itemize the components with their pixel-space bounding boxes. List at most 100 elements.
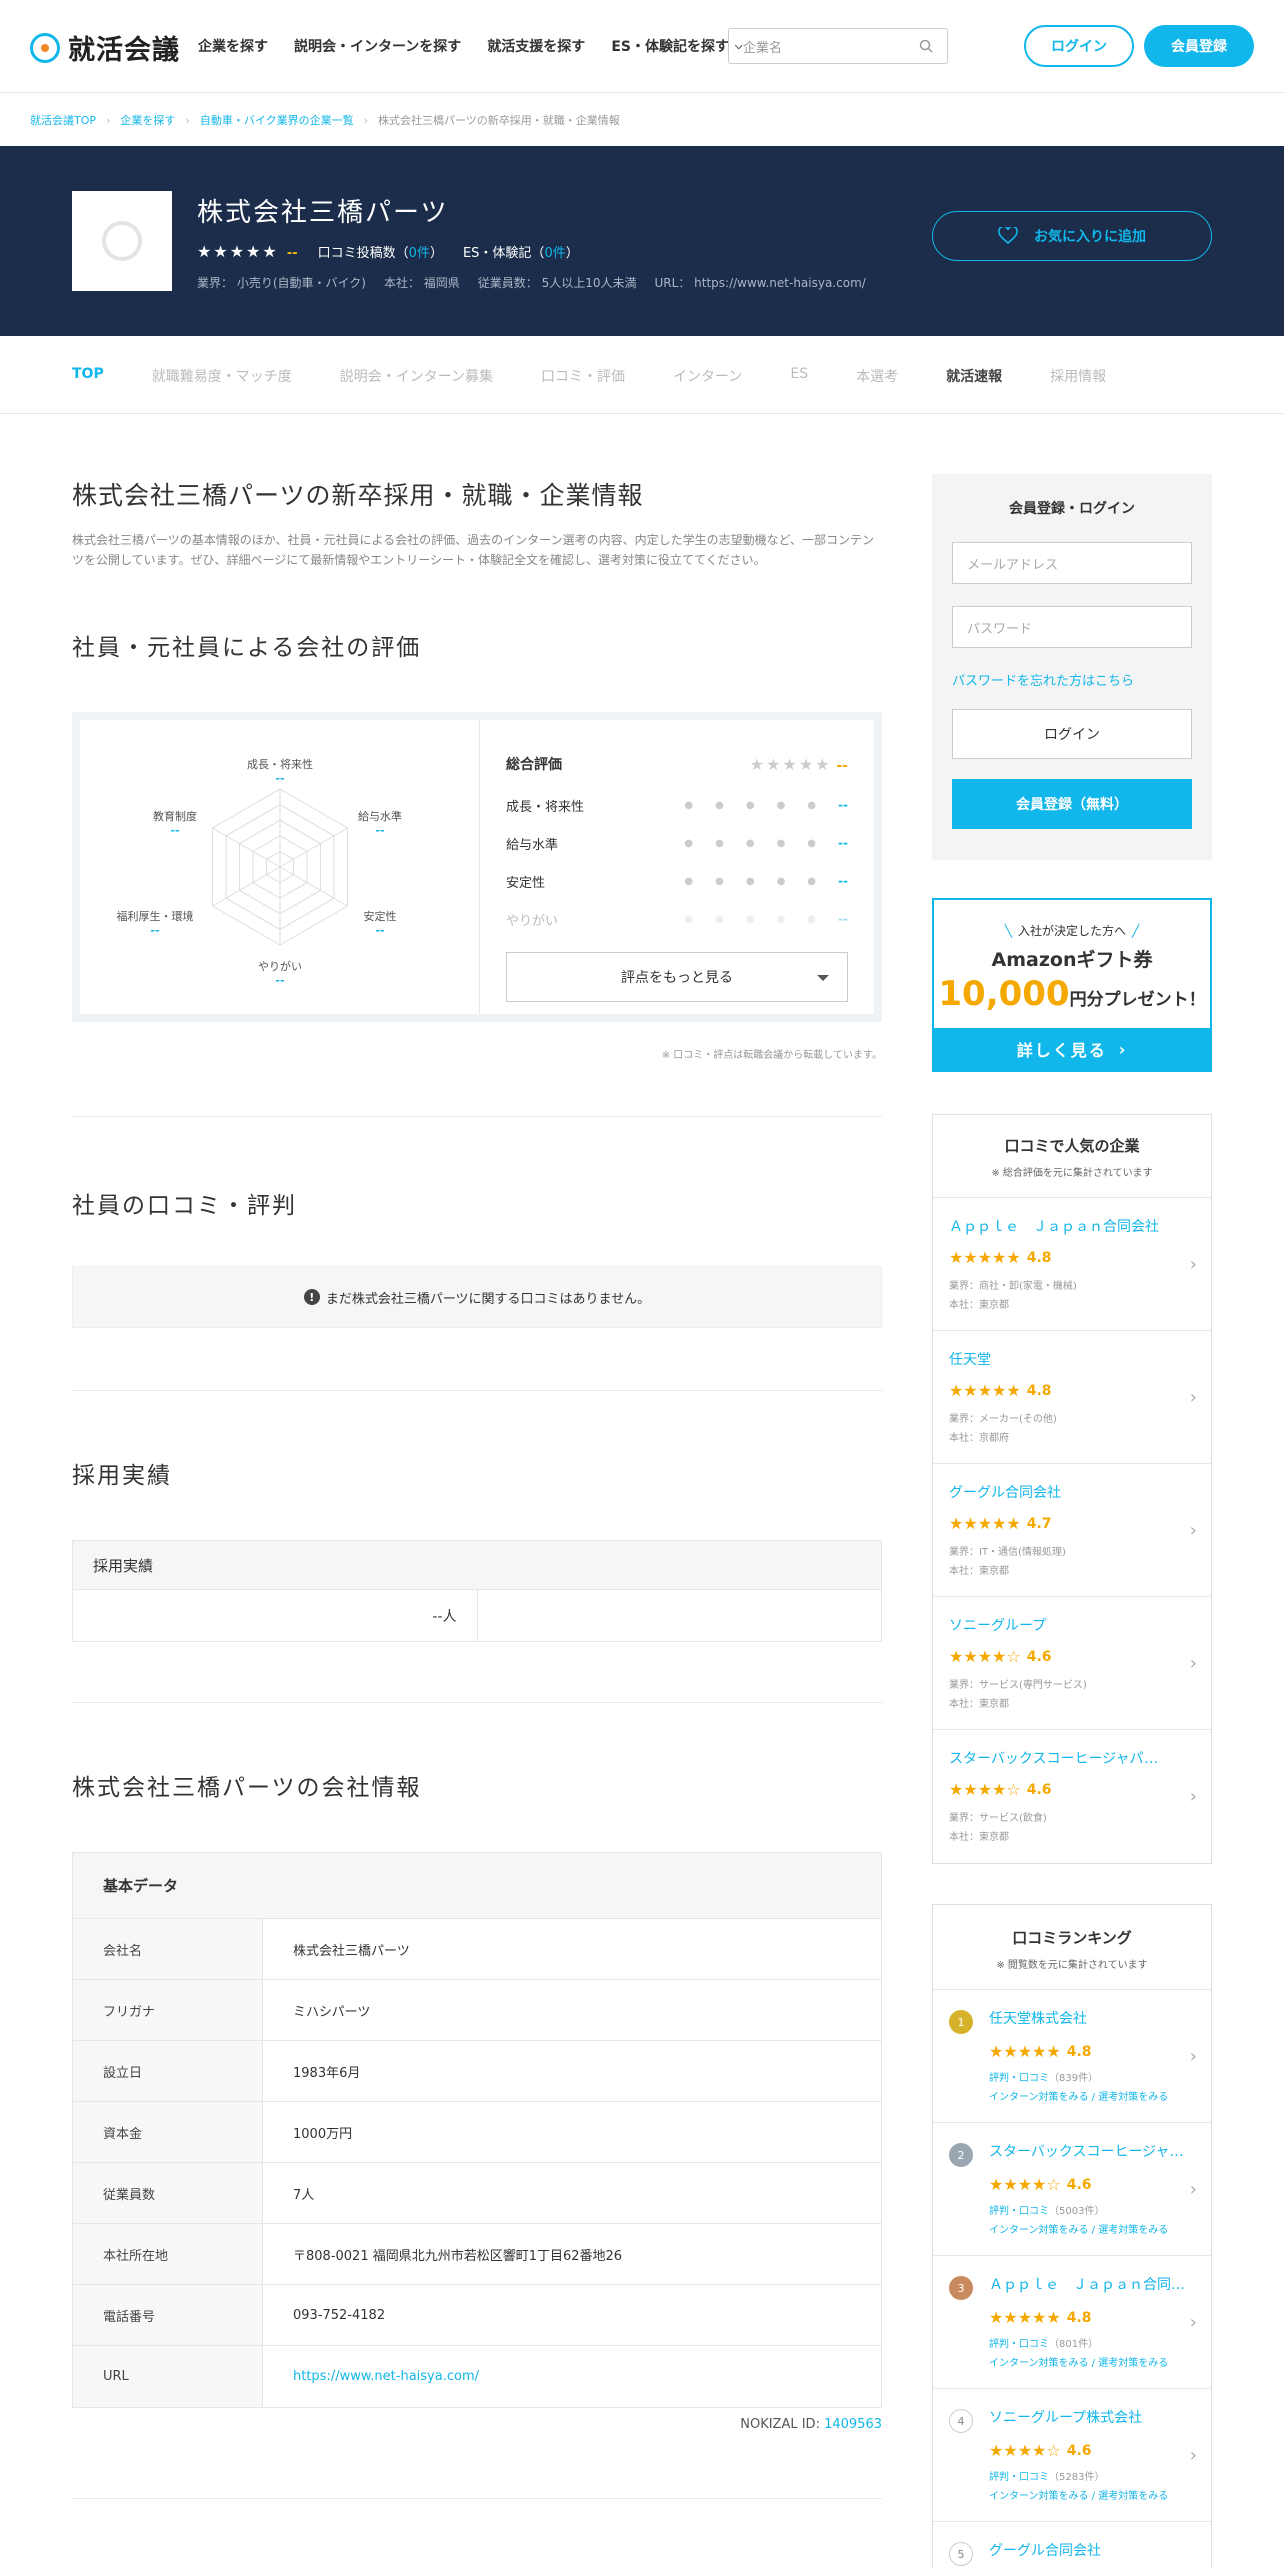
tab-selection[interactable]: 本選考 — [856, 366, 898, 386]
list-item[interactable]: 2 スターバックスコーヒージャパン株式会社 ★★★★☆4.6 評判・口コミ（50… — [933, 2123, 1211, 2256]
chevron-right-icon: › — [1189, 2445, 1197, 2466]
amazon-cta-button[interactable]: 詳しく見る › — [934, 1028, 1210, 1070]
table-row: URL https://www.net-haisya.com/ — [73, 2346, 881, 2407]
chevron-right-icon: › — [1189, 1653, 1197, 1674]
sidebar-register-button[interactable]: 会員登録（無料） — [952, 779, 1192, 829]
tab-difficulty[interactable]: 就職難易度・マッチ度 — [152, 366, 292, 386]
recruit-table-row: --人 — [73, 1590, 881, 1641]
login-box-title: 会員登録・ログイン — [1009, 501, 1135, 517]
tab-recruit[interactable]: 採用情報 — [1050, 366, 1106, 386]
nokizal-id: NOKIZAL ID: 1409563 — [740, 2417, 882, 2432]
company-url-link[interactable]: https://www.net-haisya.com/ — [263, 2346, 881, 2407]
forgot-password-link[interactable]: パスワードを忘れた方はこちら — [952, 670, 1192, 689]
header-register-button[interactable]: 会員登録 — [1144, 25, 1254, 67]
list-item[interactable]: ソニーグループ ★★★★☆ 4.6 業界：サービス(専門サービス) 本社：東京都 › — [933, 1597, 1211, 1730]
tab-top[interactable]: TOP — [72, 366, 104, 386]
radar-label-growth: 成長・将来性 -- — [247, 758, 313, 785]
rank-badge: 5 — [949, 2542, 973, 2566]
email-field[interactable]: メールアドレス — [952, 542, 1192, 584]
amazon-line3: 10,000円分プレゼント！ — [938, 974, 1206, 1014]
breadcrumb-top[interactable]: 就活会議TOP — [30, 112, 96, 128]
nokizal-id-link[interactable]: 1409563 — [824, 2417, 882, 2432]
company-info-table: 基本データ 会社名 株式会社三橋パーツ フリガナ ミハシパーツ 設立日 1983年6月… — [72, 1852, 882, 2408]
rating-stars-icon: ★★★★★ — [989, 2308, 1061, 2327]
rating-stars-icon: ★★★★★ — [197, 242, 277, 261]
tab-intern[interactable]: インターン — [673, 366, 742, 386]
hero-meta: ★ ★ ★ ★ ★ -- 口コミ投稿数（0件） ES・体験記（0件） — [197, 242, 579, 261]
chevron-right-icon: › — [1189, 1520, 1197, 1541]
review-ranking: 口コミランキング ※ 閲覧数を元に集計されています 1 任天堂株式会社 ★★★★★… — [932, 1904, 1212, 2568]
favorite-button[interactable]: お気に入りに追加 — [932, 211, 1212, 261]
sidebar-login-button[interactable]: ログイン — [952, 709, 1192, 759]
rating-stars-icon: ★★★★☆ — [949, 1780, 1021, 1799]
more-scores-button[interactable]: 評点をもっと見る — [506, 952, 848, 1002]
table-row: フリガナ ミハシパーツ — [73, 1980, 881, 2041]
hero-es-link[interactable]: 0件 — [544, 246, 565, 261]
search-input[interactable]: 企業名 — [728, 28, 948, 64]
list-item[interactable]: スターバックスコーヒージャパン株式会社★★★★☆4.6業界：サービス(飲食)本社… — [933, 1730, 1211, 1863]
amazon-line2: Amazonギフト券 — [991, 949, 1153, 971]
search-placeholder: 企業名 — [743, 40, 783, 56]
rating-stars-icon: ★★★★★ — [949, 1514, 1021, 1533]
evaluation-box: 成長・将来性 -- 給与水準 -- 安定性 -- やりがい -- 福利厚生・環境 -- 教… — [72, 712, 882, 1022]
tab-news[interactable]: 就活速報 — [946, 366, 1002, 386]
radar-label-stability: 安定性 -- — [363, 910, 397, 937]
list-item[interactable]: 1 任天堂株式会社 ★★★★★ 4.8 評判・口コミ（839件） インターン対策をみ… — [933, 1990, 1211, 2123]
amazon-gift-banner[interactable]: ╲ 入社が決定した方へ ╱ Amazonギフト券 10,000円分プレゼント！ 詳し… — [932, 898, 1212, 1072]
nav-support[interactable]: 就活支援を探す — [487, 36, 585, 56]
recruit-section-title: 採用実績 — [72, 1463, 172, 1489]
list-item[interactable]: グーグル合同会社 ★★★★★ 4.7 業界：IT・通信(情報処理) 本社：東京都 › — [933, 1464, 1211, 1597]
list-item[interactable]: 4 ソニーグループ株式会社 ★★★★☆ 4.6 評判・口コミ（5283件） インター… — [933, 2389, 1211, 2522]
hero-reviews: 口コミ投稿数（0件） — [317, 246, 443, 261]
radar-spoke — [279, 866, 348, 907]
breadcrumb-current: 株式会社三橋パーツの新卒採用・就職・企業情報 — [378, 114, 620, 127]
company-hero: 株式会社三橋パーツ ★ ★ ★ ★ ★ -- 口コミ投稿数（0件） ES・体験記（0件）… — [0, 146, 1284, 336]
nav-es-dropdown[interactable]: ES・体験記を探す ⌵ — [611, 36, 742, 56]
breadcrumb-sep: › — [363, 113, 369, 127]
divider — [72, 2498, 882, 2499]
popular-head: 口コミで人気の企業 ※ 総合評価を元に集計されています — [933, 1115, 1211, 1198]
nav-events[interactable]: 説明会・インターンを探す — [294, 36, 461, 56]
hero-reviews-link[interactable]: 0件 — [409, 246, 430, 261]
hero-rating: ★ ★ ★ ★ ★ -- — [197, 242, 298, 261]
score-row: やりがい ● ● ● ● ● -- — [506, 912, 848, 929]
page-title: 株式会社三橋パーツの新卒採用・就職・企業情報 — [72, 481, 644, 510]
score-total: 総合評価 ★★★★★ -- — [506, 754, 848, 774]
tab-reviews[interactable]: 口コミ・評価 — [541, 366, 625, 386]
search-icon[interactable] — [919, 39, 933, 53]
table-row: 設立日 1983年6月 — [73, 2041, 881, 2102]
table-row: 本社所在地 〒808-0021 福岡県北九州市若松区響町1丁目62番地26 — [73, 2224, 881, 2285]
nav-companies[interactable]: 企業を探す — [198, 36, 268, 56]
breadcrumb-companies[interactable]: 企業を探す — [120, 112, 175, 128]
rank-badge: 1 — [949, 2010, 973, 2034]
list-item[interactable]: 任天堂 ★★★★★ 4.8 業界：メーカー(その他) 本社：京都府 › — [933, 1331, 1211, 1464]
ranking-head: 口コミランキング ※ 閲覧数を元に集計されています — [933, 1905, 1211, 1990]
tab-es[interactable]: ES — [790, 366, 808, 386]
list-item[interactable]: 5 グーグル合同会社 — [933, 2522, 1211, 2568]
password-field[interactable]: パスワード — [952, 606, 1192, 648]
breadcrumb-sep: › — [106, 113, 111, 127]
rating-stars-icon: ★★★★★ — [949, 1248, 1021, 1267]
site-logo[interactable]: 就活会議 — [30, 28, 180, 67]
sidebar: 会員登録・ログイン メールアドレス パスワード パスワードを忘れた方はこちら ロ… — [932, 474, 1212, 2568]
info-icon: ! — [303, 1289, 320, 1305]
divider — [72, 1702, 882, 1703]
company-tabs: TOP 就職難易度・マッチ度 説明会・インターン募集 口コミ・評価 インターン … — [0, 336, 1284, 414]
rank-badge: 2 — [949, 2143, 973, 2167]
list-item[interactable]: Ａｐｐｌｅ Ｊａｐａｎ合同会社 ★★★★★ 4.8 業界：商社・卸(家電・機械) 本社：… — [933, 1198, 1211, 1331]
breadcrumb-industry[interactable]: 自動車・バイク業界の企業一覧 — [200, 112, 354, 128]
header-login-button[interactable]: ログイン — [1024, 25, 1134, 67]
logo-text: 就活会議 — [68, 35, 180, 66]
review-section-title: 社員の口コミ・評判 — [72, 1193, 297, 1219]
table-row: 会社名 株式会社三橋パーツ — [73, 1919, 881, 1980]
hero-employees: 従業員数： 5人以上10人未満 — [477, 276, 637, 290]
popular-companies: 口コミで人気の企業 ※ 総合評価を元に集計されています Ａｐｐｌｅ Ｊａｐａｎ合同… — [932, 1114, 1212, 1864]
tab-events[interactable]: 説明会・インターン募集 — [340, 366, 493, 386]
table-row: 資本金 1000万円 — [73, 2102, 881, 2163]
gray-stars-icon: ★★★★★ — [749, 754, 832, 774]
table-row: 電話番号 093-752-4182 — [73, 2285, 881, 2346]
list-item[interactable]: 3 Ａｐｐｌｅ Ｊａｐａｎ合同会社 ★★★★★ 4.8 評判・口コミ（801件）イ… — [933, 2256, 1211, 2389]
chevron-right-icon: › — [1189, 2312, 1197, 2333]
recruit-table: 採用実績 --人 — [72, 1540, 882, 1642]
hero-url[interactable]: URL： https://www.net-haisya.com/ — [655, 274, 866, 291]
